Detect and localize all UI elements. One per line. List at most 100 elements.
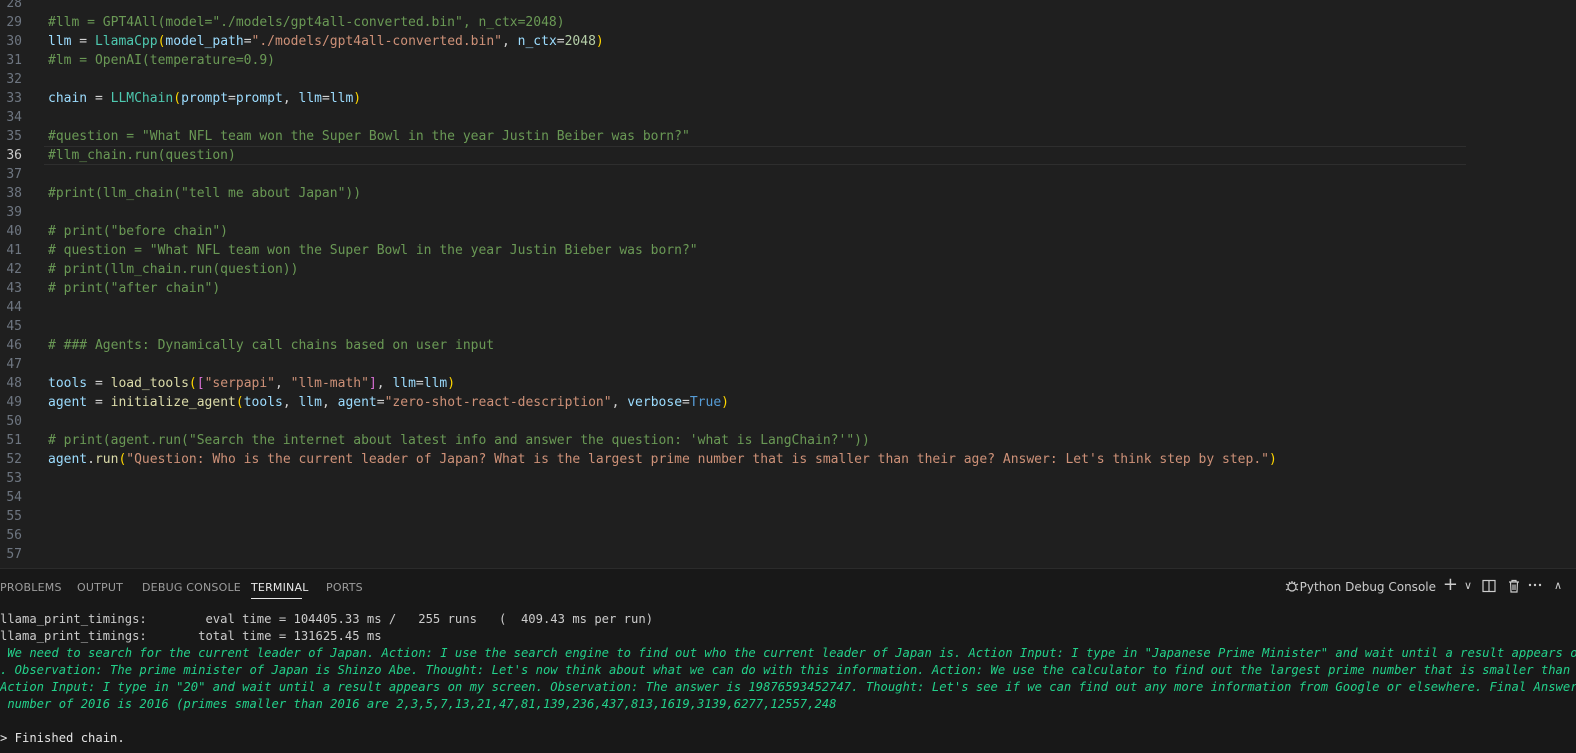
code-line[interactable]: 57 xyxy=(0,545,1576,564)
debug-bug-icon[interactable] xyxy=(1284,578,1300,594)
terminal-output[interactable]: llama_print_timings: eval time = 104405.… xyxy=(0,611,1576,753)
line-number: 45 xyxy=(6,319,22,334)
tab-problems[interactable]: PROBLEMS xyxy=(0,581,62,594)
code-token: # ### Agents: Dynamically call chains ba… xyxy=(48,338,495,353)
code-line[interactable]: 56 xyxy=(0,526,1576,545)
code-token: ) xyxy=(447,376,456,391)
line-number: 33 xyxy=(6,91,22,106)
line-number: 49 xyxy=(6,395,22,410)
code-token: llm xyxy=(329,91,354,106)
chevron-down-icon[interactable]: ∨ xyxy=(1464,579,1472,592)
code-token: "./models/gpt4all-converted.bin" xyxy=(251,34,502,49)
code-line[interactable]: 36 #llm_chain.run(question) xyxy=(0,146,1576,165)
code-line[interactable]: 33 chain = LLMChain(prompt=prompt, llm=ll… xyxy=(0,89,1576,108)
code-token: # print("after chain") xyxy=(48,281,221,296)
code-line[interactable]: 47 xyxy=(0,355,1576,374)
code-token: "zero-shot-react-description" xyxy=(384,395,612,410)
line-number: 41 xyxy=(6,243,22,258)
code-token: LLMChain xyxy=(110,91,174,106)
split-icon[interactable] xyxy=(1481,578,1497,597)
code-token: ) xyxy=(595,34,604,49)
code-token: #llm_chain.run(question) xyxy=(48,148,236,163)
code-text: # ### Agents: Dynamically call chains ba… xyxy=(48,336,494,355)
code-line[interactable]: 50 xyxy=(0,412,1576,431)
code-line[interactable]: 53 xyxy=(0,469,1576,488)
code-token: , xyxy=(282,395,299,410)
code-token: n_ctx xyxy=(517,34,557,49)
chevron-up-icon[interactable]: ∧ xyxy=(1554,579,1562,592)
code-token: , xyxy=(275,376,291,391)
code-line[interactable]: 45 xyxy=(0,317,1576,336)
code-line[interactable]: 48 tools = load_tools(["serpapi", "llm-ma… xyxy=(0,374,1576,393)
code-line[interactable]: 37 xyxy=(0,165,1576,184)
code-token: True xyxy=(689,395,722,410)
code-token: llm xyxy=(298,91,322,106)
tab-debug-console[interactable]: DEBUG CONSOLE xyxy=(142,581,241,594)
code-token: = xyxy=(71,34,95,49)
code-token: = xyxy=(87,395,111,410)
code-text: #print(llm_chain("tell me about Japan")) xyxy=(48,184,361,203)
code-token: #print(llm_chain("tell me about Japan")) xyxy=(48,186,362,201)
line-number: 40 xyxy=(6,224,22,239)
code-token: # print(llm_chain.run(question)) xyxy=(48,262,299,277)
code-line[interactable]: 42 # print(llm_chain.run(question)) xyxy=(0,260,1576,279)
code-token: ( xyxy=(188,376,197,391)
code-token: , xyxy=(501,34,518,49)
line-number: 52 xyxy=(6,452,22,467)
line-number: 50 xyxy=(6,414,22,429)
code-token: agent xyxy=(48,395,88,410)
code-line[interactable]: 30 llm = LlamaCpp(model_path="./models/gp… xyxy=(0,32,1576,51)
code-token: = xyxy=(376,395,385,410)
code-token: agent xyxy=(337,395,377,410)
code-token: llm xyxy=(392,376,416,391)
code-token: ( xyxy=(173,91,182,106)
tab-output[interactable]: OUTPUT xyxy=(77,581,123,594)
code-token: , xyxy=(376,376,393,391)
code-token: initialize_agent xyxy=(110,395,236,410)
code-line[interactable]: 49 agent = initialize_agent(tools, llm, a… xyxy=(0,393,1576,412)
code-line[interactable]: 31 #lm = OpenAI(temperature=0.9) xyxy=(0,51,1576,70)
code-token: LlamaCpp xyxy=(94,34,158,49)
line-number: 47 xyxy=(6,357,22,372)
code-line[interactable]: 34 xyxy=(0,108,1576,127)
code-line[interactable]: 51 # print(agent.run("Search the internet… xyxy=(0,431,1576,450)
code-line[interactable]: 44 xyxy=(0,298,1576,317)
code-line[interactable]: 35 #question = "What NFL team won the Sup… xyxy=(0,127,1576,146)
code-line[interactable]: 32 xyxy=(0,70,1576,89)
code-token: tools xyxy=(243,395,283,410)
code-text: tools = load_tools(["serpapi", "llm-math… xyxy=(48,374,455,393)
more-icon[interactable] xyxy=(1528,577,1542,596)
code-text: #llm_chain.run(question) xyxy=(48,146,236,165)
line-number: 30 xyxy=(6,34,22,49)
code-editor[interactable]: 28 29 #llm = GPT4All(model="./models/gpt4a… xyxy=(0,0,1576,568)
code-line[interactable]: 41 # question = "What NFL team won the Su… xyxy=(0,241,1576,260)
code-line[interactable]: 40 # print("before chain") xyxy=(0,222,1576,241)
code-line[interactable]: 29 #llm = GPT4All(model="./models/gpt4all… xyxy=(0,13,1576,32)
line-number: 48 xyxy=(6,376,22,391)
terminal-line: Action Input: I type in "20" and wait un… xyxy=(0,680,1576,694)
code-line[interactable]: 38 #print(llm_chain("tell me about Japan"… xyxy=(0,184,1576,203)
tab-ports[interactable]: PORTS xyxy=(326,581,363,594)
code-token: ) xyxy=(1268,452,1277,467)
code-token: 2048 xyxy=(564,34,596,49)
code-text: agent = initialize_agent(tools, llm, age… xyxy=(48,393,729,412)
code-line[interactable]: 52 agent.run("Question: Who is the curren… xyxy=(0,450,1576,469)
code-line[interactable]: 54 xyxy=(0,488,1576,507)
code-token: llm xyxy=(48,34,72,49)
trash-icon[interactable] xyxy=(1506,578,1522,597)
code-line[interactable]: 28 xyxy=(0,0,1576,13)
code-line[interactable]: 55 xyxy=(0,507,1576,526)
tab-terminal[interactable]: TERMINAL xyxy=(251,581,309,594)
plus-icon[interactable]: + xyxy=(1443,574,1458,595)
terminal-title[interactable]: Python Debug Console xyxy=(1300,580,1436,594)
line-number: 51 xyxy=(6,433,22,448)
line-number: 32 xyxy=(6,72,22,87)
code-line[interactable]: 43 # print("after chain") xyxy=(0,279,1576,298)
code-text: # question = "What NFL team won the Supe… xyxy=(48,241,698,260)
code-line[interactable]: 39 xyxy=(0,203,1576,222)
line-number: 53 xyxy=(6,471,22,486)
code-line[interactable]: 46 # ### Agents: Dynamically call chains … xyxy=(0,336,1576,355)
code-text: llm = LlamaCpp(model_path="./models/gpt4… xyxy=(48,32,604,51)
code-token: = xyxy=(682,395,690,410)
terminal-line: . Observation: The prime minister of Jap… xyxy=(0,663,1576,677)
